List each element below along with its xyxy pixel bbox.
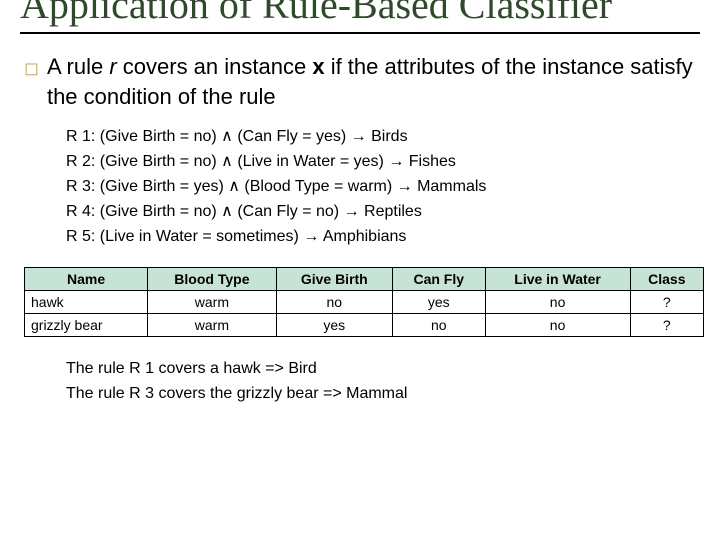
cell: no: [276, 291, 392, 314]
slide-title: Application of Rule-Based Classifier: [20, 0, 700, 26]
rule-item: R 3: (Give Birth = yes) ∧ (Blood Type = …: [66, 175, 700, 200]
cell: warm: [148, 291, 276, 314]
cell-name: hawk: [25, 291, 148, 314]
table-header-row: Name Blood Type Give Birth Can Fly Live …: [25, 268, 704, 291]
cell: warm: [148, 314, 276, 337]
rule-item: R 4: (Give Birth = no) ∧ (Can Fly = no) …: [66, 200, 700, 225]
cell: no: [392, 314, 485, 337]
square-bullet-icon: ◻: [24, 56, 39, 80]
rule-item: R 1: (Give Birth = no) ∧ (Can Fly = yes)…: [66, 125, 700, 150]
col-header: Can Fly: [392, 268, 485, 291]
cell-name: grizzly bear: [25, 314, 148, 337]
cell: yes: [392, 291, 485, 314]
cell: ?: [630, 314, 703, 337]
lead-mid: covers an instance: [117, 54, 313, 79]
table-row: grizzly bear warm yes no no ?: [25, 314, 704, 337]
rule-list: R 1: (Give Birth = no) ∧ (Can Fly = yes)…: [66, 125, 700, 249]
col-header: Give Birth: [276, 268, 392, 291]
col-header: Blood Type: [148, 268, 276, 291]
cell: no: [485, 291, 630, 314]
conclusion-line: The rule R 1 covers a hawk => Bird: [66, 357, 700, 382]
conclusion-block: The rule R 1 covers a hawk => Bird The r…: [66, 357, 700, 407]
lead-paragraph: ◻ A rule r covers an instance x if the a…: [24, 52, 700, 111]
table-row: hawk warm no yes no ?: [25, 291, 704, 314]
lead-pre: A rule: [47, 54, 109, 79]
col-header: Live in Water: [485, 268, 630, 291]
lead-r: r: [109, 54, 116, 79]
rule-item: R 2: (Give Birth = no) ∧ (Live in Water …: [66, 150, 700, 175]
col-header: Name: [25, 268, 148, 291]
lead-x: x: [312, 54, 324, 79]
cell: yes: [276, 314, 392, 337]
cell: no: [485, 314, 630, 337]
col-header: Class: [630, 268, 703, 291]
slide: Application of Rule-Based Classifier ◻ A…: [0, 0, 720, 524]
slide-body: ◻ A rule r covers an instance x if the a…: [20, 52, 700, 407]
title-underline: [20, 32, 700, 34]
conclusion-line: The rule R 3 covers the grizzly bear => …: [66, 382, 700, 407]
rule-item: R 5: (Live in Water = sometimes) → Amphi…: [66, 225, 700, 250]
lead-text: A rule r covers an instance x if the att…: [47, 52, 700, 111]
data-table: Name Blood Type Give Birth Can Fly Live …: [24, 267, 704, 337]
cell: ?: [630, 291, 703, 314]
